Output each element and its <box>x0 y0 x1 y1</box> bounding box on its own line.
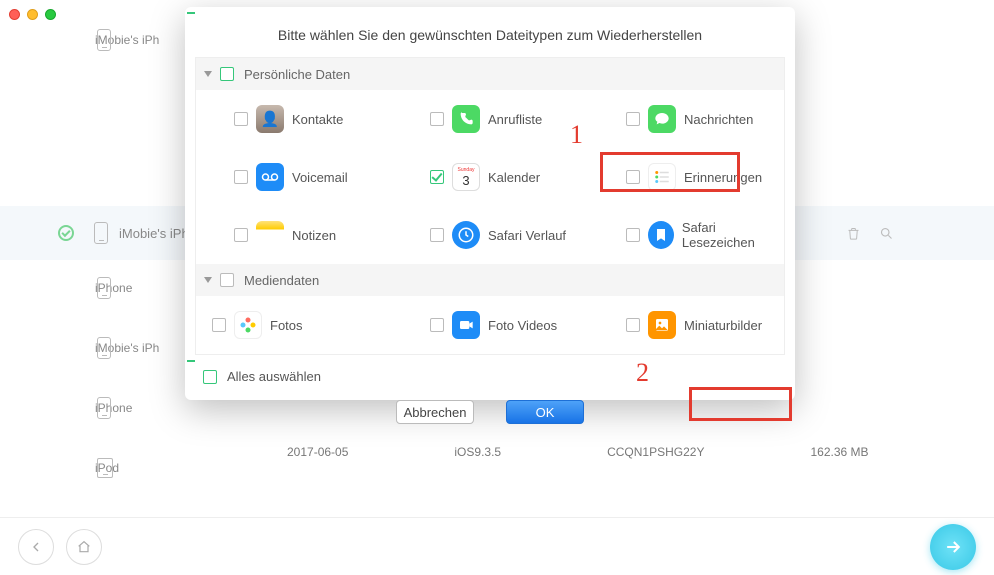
back-button[interactable] <box>18 529 54 565</box>
checkbox[interactable] <box>234 170 248 184</box>
selected-check-icon <box>58 225 74 241</box>
device-icon <box>97 397 111 419</box>
device-details-row: 2017-06-05 iOS9.3.5 CCQN1PSHG22Y 162.36 … <box>287 445 869 459</box>
item-label: Anrufliste <box>488 112 542 127</box>
sidebar-item-label: iMobie's iPh <box>119 226 189 241</box>
group-checkbox[interactable] <box>220 273 234 287</box>
contacts-icon: 👤 <box>256 105 284 133</box>
item-voicemail[interactable]: Voicemail <box>196 148 392 206</box>
checkbox[interactable] <box>430 170 444 184</box>
annotation-number-2: 2 <box>636 358 649 388</box>
device-icon <box>97 337 111 359</box>
annotation-number-1: 1 <box>570 120 583 150</box>
item-safari-history[interactable]: Safari Verlauf <box>392 206 588 264</box>
item-safari-bookmarks[interactable]: Safari Lesezeichen <box>588 206 784 264</box>
checkbox[interactable] <box>212 318 226 332</box>
device-icon <box>97 458 113 478</box>
messages-icon <box>648 105 676 133</box>
item-label: Foto Videos <box>488 318 557 333</box>
photo-videos-icon <box>452 311 480 339</box>
item-notizen[interactable]: Notizen <box>196 206 392 264</box>
checkbox[interactable] <box>430 228 444 242</box>
device-icon <box>97 277 111 299</box>
dialog-footer: Alles auswählen <box>185 355 795 384</box>
next-button[interactable] <box>930 524 976 570</box>
item-label: Safari Verlauf <box>488 228 566 243</box>
item-label: Fotos <box>270 318 303 333</box>
row-tools <box>846 226 894 241</box>
detail-serial: CCQN1PSHG22Y <box>607 445 704 459</box>
item-anrufliste[interactable]: Anrufliste <box>392 90 588 148</box>
photos-icon <box>234 311 262 339</box>
safari-bookmarks-icon <box>648 221 674 249</box>
highlight-box-2 <box>689 387 792 421</box>
safari-history-icon <box>452 221 480 249</box>
detail-size: 162.36 MB <box>810 445 868 459</box>
select-all-checkbox[interactable] <box>203 370 217 384</box>
detail-date: 2017-06-05 <box>287 445 348 459</box>
item-label: Safari Lesezeichen <box>682 220 784 250</box>
item-nachrichten[interactable]: Nachrichten <box>588 90 784 148</box>
bottom-nav-bar <box>0 517 994 575</box>
voicemail-icon <box>256 163 284 191</box>
checkbox[interactable] <box>234 228 248 242</box>
checkbox[interactable] <box>626 228 640 242</box>
chevron-down-icon <box>204 277 212 283</box>
group-personal: Persönliche Daten 👤 Kontakte Anrufliste N… <box>195 57 785 355</box>
item-label: Miniaturbilder <box>684 318 762 333</box>
dialog-title: Bitte wählen Sie den gewünschten Dateity… <box>185 7 795 57</box>
cancel-button[interactable]: Abbrechen <box>396 400 474 424</box>
search-icon[interactable] <box>879 226 894 241</box>
detail-ios: iOS9.3.5 <box>454 445 501 459</box>
checkbox[interactable] <box>234 112 248 126</box>
group-label: Mediendaten <box>244 273 319 288</box>
checkbox[interactable] <box>430 112 444 126</box>
item-label: Kontakte <box>292 112 343 127</box>
group-label: Persönliche Daten <box>244 67 350 82</box>
device-icon <box>97 29 111 51</box>
ok-button[interactable]: OK <box>506 400 584 424</box>
phone-icon <box>452 105 480 133</box>
item-label: Notizen <box>292 228 336 243</box>
home-button[interactable] <box>66 529 102 565</box>
group-header-personal[interactable]: Persönliche Daten <box>196 58 784 90</box>
select-all-label: Alles auswählen <box>227 369 321 384</box>
item-label: Nachrichten <box>684 112 753 127</box>
filetype-dialog: Bitte wählen Sie den gewünschten Dateity… <box>185 7 795 400</box>
group-header-media[interactable]: Mediendaten <box>196 264 784 296</box>
device-icon <box>94 222 108 244</box>
item-fotos[interactable]: Fotos <box>196 296 392 354</box>
chevron-down-icon <box>204 71 212 77</box>
checkbox[interactable] <box>626 318 640 332</box>
thumbnails-icon <box>648 311 676 339</box>
item-label: Kalender <box>488 170 540 185</box>
highlight-box-1 <box>600 152 740 192</box>
item-foto-videos[interactable]: Foto Videos <box>392 296 588 354</box>
trash-icon[interactable] <box>846 226 861 241</box>
calendar-icon: Sunday3 <box>452 163 480 191</box>
checkbox[interactable] <box>430 318 444 332</box>
group-checkbox[interactable] <box>220 67 234 81</box>
item-thumbnails[interactable]: Miniaturbilder <box>588 296 784 354</box>
item-kontakte[interactable]: 👤 Kontakte <box>196 90 392 148</box>
checkbox[interactable] <box>626 112 640 126</box>
item-label: Voicemail <box>292 170 348 185</box>
notes-icon <box>256 221 284 249</box>
item-kalender[interactable]: Sunday3 Kalender <box>392 148 588 206</box>
